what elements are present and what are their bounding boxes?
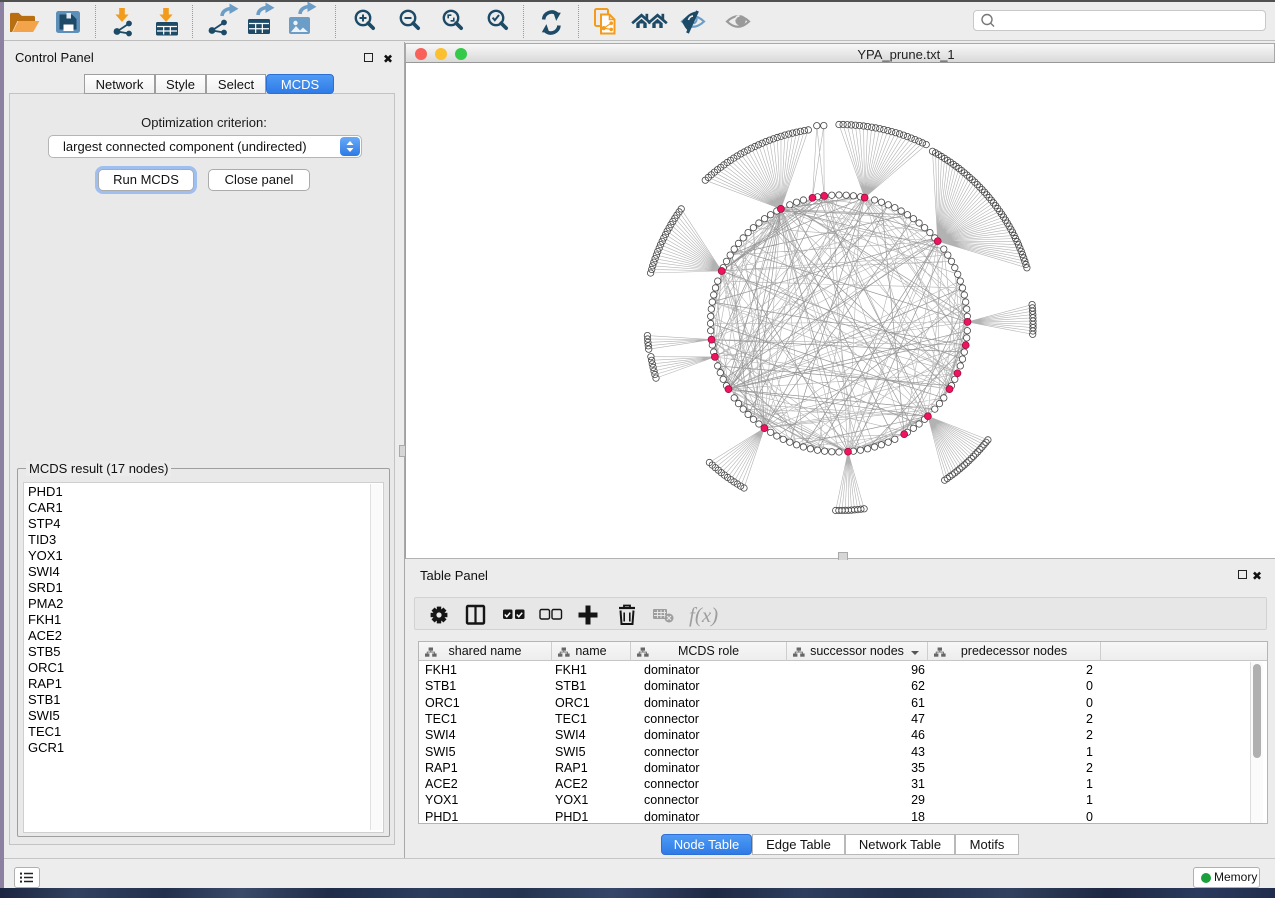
svg-text:f(x): f(x) [689, 603, 718, 627]
